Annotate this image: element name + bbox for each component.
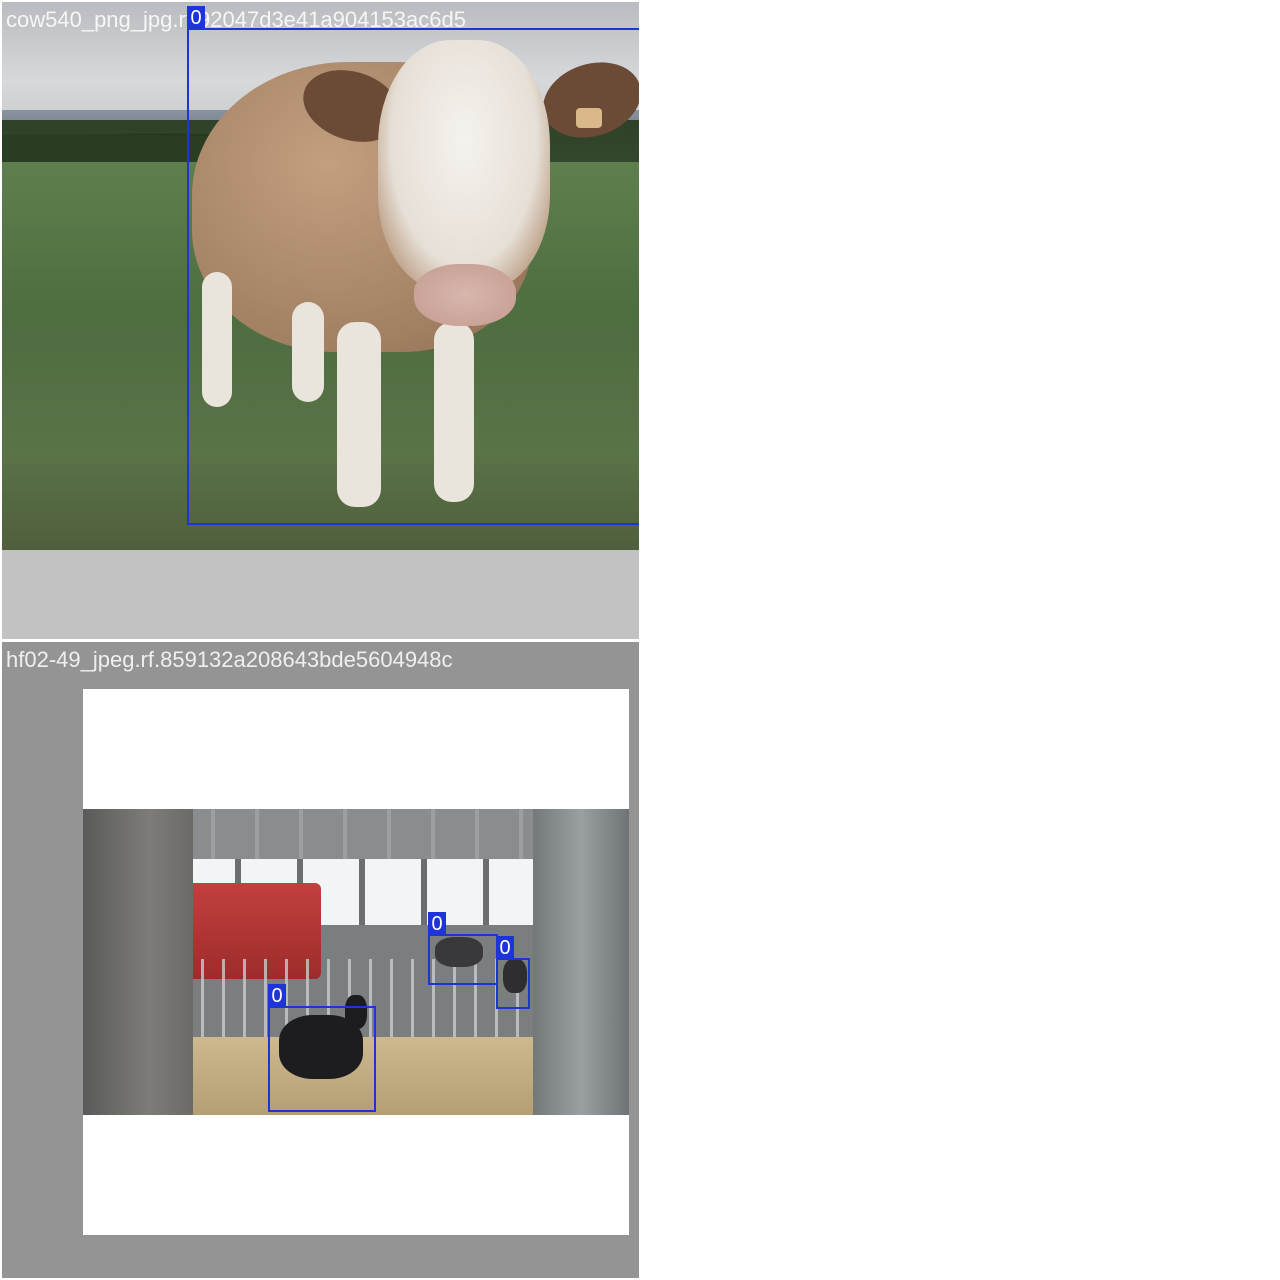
detection-box: 0 — [187, 6, 639, 525]
mosaic-tile-2: hf02-49_jpeg.rf.859132a208643bde5604948c… — [2, 642, 639, 1278]
detection-class-label: 0 — [187, 6, 205, 30]
detection-class-label: 0 — [428, 912, 446, 936]
detection-box: 0 — [428, 912, 498, 985]
detection-class-label: 0 — [496, 936, 514, 960]
detection-box: 0 — [496, 936, 530, 1009]
letterbox-padding-bottom — [83, 1115, 629, 1235]
empty-mosaic-area — [640, 0, 1280, 1280]
door-frame-right — [533, 809, 629, 1115]
detection-class-label: 0 — [268, 984, 286, 1008]
door-frame-left — [83, 809, 193, 1115]
letterbox-padding-top — [83, 689, 629, 809]
tile-filename: hf02-49_jpeg.rf.859132a208643bde5604948c — [6, 647, 453, 672]
detection-box: 0 — [268, 984, 376, 1112]
mosaic-tile-1: cow540_png_jpg.rf.92047d3e41a904153ac6d5… — [2, 2, 639, 639]
